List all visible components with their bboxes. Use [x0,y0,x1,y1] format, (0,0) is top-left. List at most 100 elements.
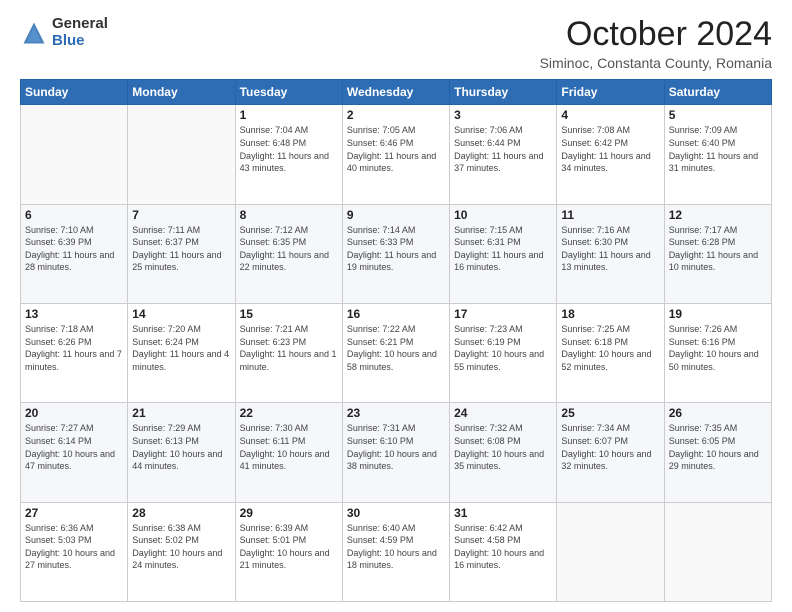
col-sunday: Sunday [21,80,128,105]
day-info: Sunrise: 7:08 AM Sunset: 6:42 PM Dayligh… [561,124,659,174]
day-number: 16 [347,307,445,321]
calendar-cell: 28Sunrise: 6:38 AM Sunset: 5:02 PM Dayli… [128,502,235,601]
calendar-table: Sunday Monday Tuesday Wednesday Thursday… [20,79,772,602]
col-friday: Friday [557,80,664,105]
calendar-cell: 2 Sunrise: 7:05 AM Sunset: 6:46 PM Daylig… [342,105,449,204]
day-info: Sunrise: 6:42 AM Sunset: 4:58 PM Dayligh… [454,522,552,572]
day-number: 3 [454,108,552,122]
title-block: October 2024 Siminoc, Constanta County, … [540,16,772,71]
day-number: 22 [240,406,338,420]
month-title: October 2024 [540,16,772,53]
day-info: Sunrise: 7:35 AM Sunset: 6:05 PM Dayligh… [669,422,767,472]
calendar-cell: 13 Sunrise: 7:18 AM Sunset: 6:26 PM Dayli… [21,304,128,403]
col-monday: Monday [128,80,235,105]
day-info: Sunrise: 7:27 AM Sunset: 6:14 PM Dayligh… [25,422,123,472]
location: Siminoc, Constanta County, Romania [540,55,772,71]
day-number: 31 [454,506,552,520]
logo-text: General Blue [52,16,108,49]
day-number: 18 [561,307,659,321]
calendar-cell: 27 Sunrise: 6:36 AM Sunset: 5:03 PM Dayli… [21,502,128,601]
logo-icon [20,19,48,47]
day-number: 20 [25,406,123,420]
calendar-cell: 1Sunrise: 7:04 AM Sunset: 6:48 PM Daylig… [235,105,342,204]
day-info: Sunrise: 7:12 AM Sunset: 6:35 PM Dayligh… [240,224,338,274]
calendar-cell: 18 Sunrise: 7:25 AM Sunset: 6:18 PM Dayli… [557,304,664,403]
day-number: 13 [25,307,123,321]
day-number: 10 [454,208,552,222]
calendar-week-2: 13 Sunrise: 7:18 AM Sunset: 6:26 PM Dayli… [21,304,772,403]
day-number: 8 [240,208,338,222]
calendar-cell: 11Sunrise: 7:16 AM Sunset: 6:30 PM Dayli… [557,204,664,303]
calendar-week-0: 1Sunrise: 7:04 AM Sunset: 6:48 PM Daylig… [21,105,772,204]
day-info: Sunrise: 7:04 AM Sunset: 6:48 PM Dayligh… [240,124,338,174]
calendar-cell: 29Sunrise: 6:39 AM Sunset: 5:01 PM Dayli… [235,502,342,601]
day-number: 5 [669,108,767,122]
day-number: 19 [669,307,767,321]
day-number: 15 [240,307,338,321]
day-number: 17 [454,307,552,321]
day-info: Sunrise: 7:10 AM Sunset: 6:39 PM Dayligh… [25,224,123,274]
day-number: 2 [347,108,445,122]
day-number: 14 [132,307,230,321]
calendar-header-row: Sunday Monday Tuesday Wednesday Thursday… [21,80,772,105]
day-number: 25 [561,406,659,420]
day-info: Sunrise: 7:22 AM Sunset: 6:21 PM Dayligh… [347,323,445,373]
day-info: Sunrise: 7:26 AM Sunset: 6:16 PM Dayligh… [669,323,767,373]
day-number: 9 [347,208,445,222]
calendar-cell [128,105,235,204]
calendar-cell: 4 Sunrise: 7:08 AM Sunset: 6:42 PM Daylig… [557,105,664,204]
calendar-cell: 22 Sunrise: 7:30 AM Sunset: 6:11 PM Dayli… [235,403,342,502]
day-info: Sunrise: 7:31 AM Sunset: 6:10 PM Dayligh… [347,422,445,472]
col-saturday: Saturday [664,80,771,105]
calendar-cell [21,105,128,204]
day-info: Sunrise: 7:09 AM Sunset: 6:40 PM Dayligh… [669,124,767,174]
day-number: 6 [25,208,123,222]
calendar-week-3: 20 Sunrise: 7:27 AM Sunset: 6:14 PM Dayli… [21,403,772,502]
day-number: 24 [454,406,552,420]
day-info: Sunrise: 7:11 AM Sunset: 6:37 PM Dayligh… [132,224,230,274]
day-number: 11 [561,208,659,222]
day-info: Sunrise: 6:36 AM Sunset: 5:03 PM Dayligh… [25,522,123,572]
day-info: Sunrise: 7:18 AM Sunset: 6:26 PM Dayligh… [25,323,123,373]
page: General Blue October 2024 Siminoc, Const… [0,0,792,612]
calendar-cell: 21Sunrise: 7:29 AM Sunset: 6:13 PM Dayli… [128,403,235,502]
logo-blue-text: Blue [52,33,108,50]
calendar-week-4: 27 Sunrise: 6:36 AM Sunset: 5:03 PM Dayli… [21,502,772,601]
day-info: Sunrise: 7:20 AM Sunset: 6:24 PM Dayligh… [132,323,230,373]
calendar-cell: 14 Sunrise: 7:20 AM Sunset: 6:24 PM Dayli… [128,304,235,403]
col-thursday: Thursday [450,80,557,105]
col-tuesday: Tuesday [235,80,342,105]
calendar-cell: 8 Sunrise: 7:12 AM Sunset: 6:35 PM Daylig… [235,204,342,303]
day-info: Sunrise: 7:05 AM Sunset: 6:46 PM Dayligh… [347,124,445,174]
day-number: 26 [669,406,767,420]
calendar-cell: 23 Sunrise: 7:31 AM Sunset: 6:10 PM Dayli… [342,403,449,502]
calendar-cell: 19 Sunrise: 7:26 AM Sunset: 6:16 PM Dayli… [664,304,771,403]
day-info: Sunrise: 6:39 AM Sunset: 5:01 PM Dayligh… [240,522,338,572]
calendar-cell [664,502,771,601]
day-info: Sunrise: 7:30 AM Sunset: 6:11 PM Dayligh… [240,422,338,472]
calendar-cell: 17 Sunrise: 7:23 AM Sunset: 6:19 PM Dayli… [450,304,557,403]
day-info: Sunrise: 7:34 AM Sunset: 6:07 PM Dayligh… [561,422,659,472]
logo: General Blue [20,16,108,49]
day-number: 12 [669,208,767,222]
calendar-cell: 7Sunrise: 7:11 AM Sunset: 6:37 PM Daylig… [128,204,235,303]
calendar-cell: 16 Sunrise: 7:22 AM Sunset: 6:21 PM Dayli… [342,304,449,403]
day-info: Sunrise: 7:23 AM Sunset: 6:19 PM Dayligh… [454,323,552,373]
logo-general-text: General [52,16,108,33]
day-info: Sunrise: 7:29 AM Sunset: 6:13 PM Dayligh… [132,422,230,472]
calendar-cell: 9Sunrise: 7:14 AM Sunset: 6:33 PM Daylig… [342,204,449,303]
day-info: Sunrise: 6:38 AM Sunset: 5:02 PM Dayligh… [132,522,230,572]
calendar-cell: 24Sunrise: 7:32 AM Sunset: 6:08 PM Dayli… [450,403,557,502]
day-info: Sunrise: 7:25 AM Sunset: 6:18 PM Dayligh… [561,323,659,373]
day-number: 30 [347,506,445,520]
day-number: 23 [347,406,445,420]
day-info: Sunrise: 7:15 AM Sunset: 6:31 PM Dayligh… [454,224,552,274]
calendar-cell: 25 Sunrise: 7:34 AM Sunset: 6:07 PM Dayli… [557,403,664,502]
calendar-week-1: 6 Sunrise: 7:10 AM Sunset: 6:39 PM Daylig… [21,204,772,303]
day-number: 4 [561,108,659,122]
day-info: Sunrise: 6:40 AM Sunset: 4:59 PM Dayligh… [347,522,445,572]
calendar-cell: 31 Sunrise: 6:42 AM Sunset: 4:58 PM Dayli… [450,502,557,601]
day-number: 27 [25,506,123,520]
day-info: Sunrise: 7:17 AM Sunset: 6:28 PM Dayligh… [669,224,767,274]
calendar-cell: 15Sunrise: 7:21 AM Sunset: 6:23 PM Dayli… [235,304,342,403]
